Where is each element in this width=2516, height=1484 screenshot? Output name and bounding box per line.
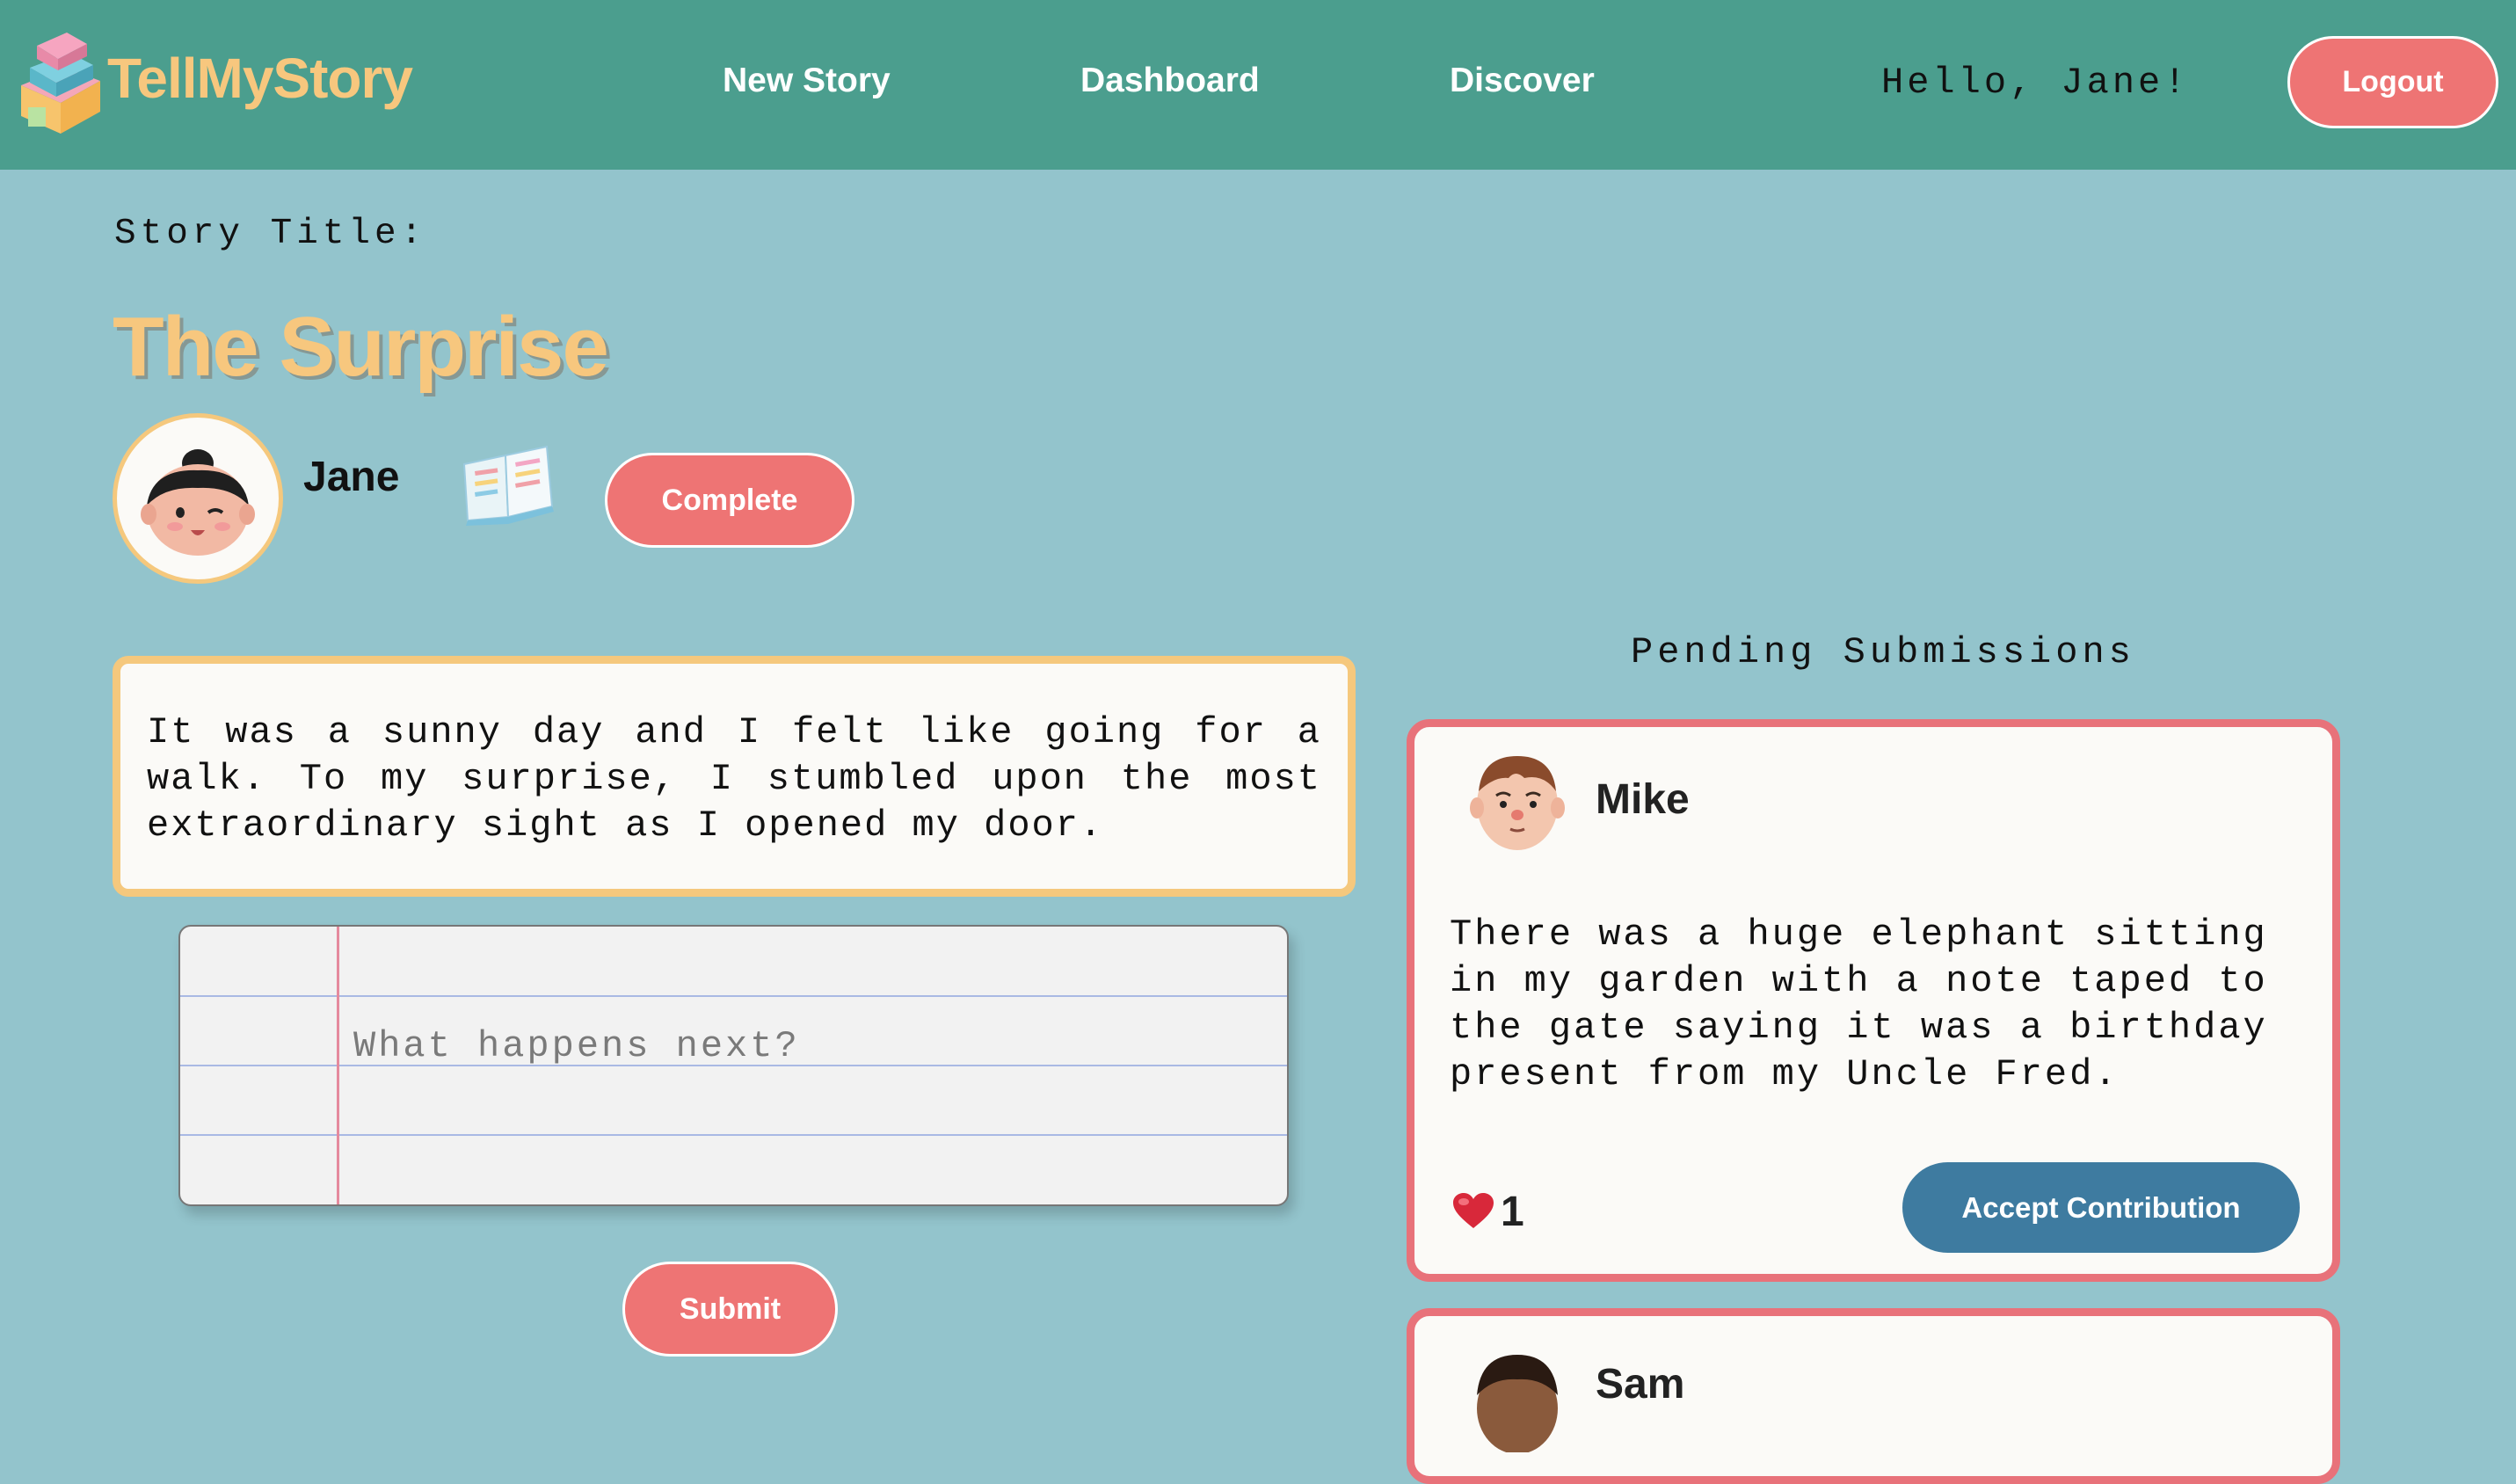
complete-button[interactable]: Complete: [605, 453, 854, 548]
boy-avatar-icon: [1470, 756, 1565, 850]
open-book-icon: [462, 445, 554, 526]
submission-card: Mike There was a huge elephant sitting i…: [1407, 719, 2340, 1282]
submission-text: There was a huge elephant sitting in my …: [1450, 913, 2268, 1095]
contribution-notepad: [178, 925, 1289, 1206]
story-title: The Surprise: [113, 300, 609, 394]
heart-icon[interactable]: [1451, 1191, 1495, 1230]
logout-button[interactable]: Logout: [2287, 36, 2498, 128]
pending-submissions-heading: Pending Submissions: [1631, 631, 2135, 673]
contribution-input[interactable]: [352, 1015, 1234, 1078]
author-avatar: [113, 413, 283, 584]
submitter-name: Mike: [1596, 776, 1690, 823]
like-count: 1: [1501, 1189, 1524, 1235]
books-logo-icon[interactable]: [12, 19, 105, 138]
story-text-box: It was a sunny day and I felt like going…: [113, 656, 1356, 897]
accept-contribution-button[interactable]: Accept Contribution: [1902, 1162, 2300, 1253]
nav-discover[interactable]: Discover: [1450, 62, 1595, 100]
top-navbar: TellMyStory New Story Dashboard Discover…: [0, 0, 2516, 170]
author-name: Jane: [303, 454, 400, 500]
notepad-rule: [180, 1134, 1287, 1136]
user-greeting: Hello, Jane!: [1881, 62, 2190, 104]
boy-avatar-icon: [1477, 1355, 1558, 1452]
story-text: It was a sunny day and I felt like going…: [147, 711, 1321, 847]
submit-button[interactable]: Submit: [622, 1262, 838, 1357]
submitter-name: Sam: [1596, 1361, 1685, 1408]
girl-avatar-icon: [141, 449, 255, 556]
notepad-rule: [180, 995, 1287, 997]
notepad-margin-line: [337, 927, 339, 1204]
nav-dashboard[interactable]: Dashboard: [1080, 62, 1260, 100]
brand-logo-text[interactable]: TellMyStory: [107, 46, 413, 111]
nav-new-story[interactable]: New Story: [723, 62, 891, 100]
story-title-label: Story Title:: [114, 214, 427, 254]
submission-card: Sam: [1407, 1308, 2340, 1484]
